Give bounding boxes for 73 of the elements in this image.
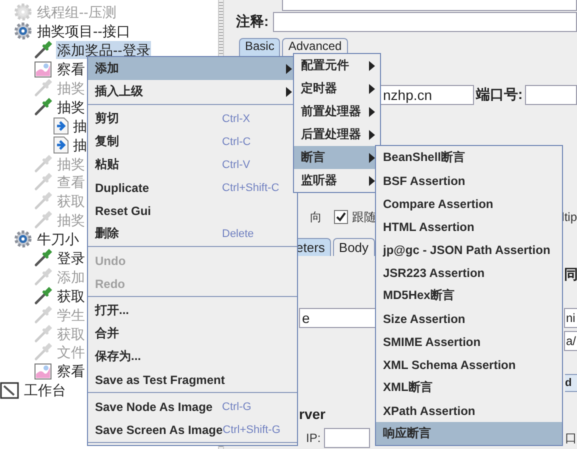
menu-item[interactable]: 剪切 Ctrl-X	[88, 107, 297, 130]
menu-item[interactable]: jp@gc - JSON Path Assertion	[376, 238, 562, 261]
menu-item[interactable]: HTML Assertion	[376, 215, 562, 238]
tree-item[interactable]: 登录	[56, 249, 86, 268]
pipette-icon	[33, 210, 53, 230]
column-header: 同	[564, 266, 577, 282]
add-button[interactable]: d	[565, 374, 577, 392]
menu-item[interactable]: Save Screen As ImageCtrl+Shift-G	[88, 418, 297, 441]
document-arrow-icon	[51, 116, 71, 136]
port-field[interactable]	[524, 85, 577, 105]
table-cell: ni	[564, 308, 577, 328]
field-label: 口	[565, 430, 577, 446]
field-label: 端口号:	[476, 86, 523, 104]
tree-item[interactable]: 工作台	[23, 381, 67, 400]
pipette-icon	[33, 286, 53, 306]
pipette-icon	[33, 78, 53, 98]
pipette-icon	[33, 266, 53, 287]
pipette-icon	[33, 342, 53, 362]
menu-item[interactable]: Save as Test Fragment	[88, 368, 297, 391]
menu-item[interactable]: XPath Assertion	[376, 399, 562, 422]
pipette-icon	[33, 40, 53, 60]
menu-item[interactable]: Save Node As Image Ctrl-G	[88, 395, 297, 418]
menu-item[interactable]: Duplicate Ctrl+Shift-C	[88, 176, 297, 199]
menu-item[interactable]: 前置处理器	[294, 100, 380, 123]
tree-item[interactable]: 抽	[72, 116, 88, 135]
tree-item[interactable]: 抽奖	[56, 98, 86, 116]
menu-item[interactable]: MD5Hex断言	[376, 284, 562, 307]
menu-item[interactable]: 定时器	[294, 77, 380, 100]
table-cell: a/	[564, 331, 577, 351]
option-label: 向	[310, 208, 322, 226]
ip-field[interactable]	[324, 428, 370, 448]
pipette-icon	[33, 172, 53, 192]
menu-item[interactable]: 粘贴 Ctrl-V	[88, 153, 297, 176]
menu-item[interactable]: 后置处理器	[294, 123, 380, 146]
menu-item[interactable]: SMIME Assertion	[376, 330, 562, 353]
menu-item[interactable]: Size Assertion	[376, 307, 562, 330]
server-field[interactable]: nzhp.cn	[380, 85, 474, 105]
checkbox-label: 跟随	[352, 208, 376, 226]
pipette-icon	[33, 96, 53, 117]
menu-item[interactable]: JSR223 Assertion	[376, 261, 562, 284]
pipette-icon	[33, 304, 53, 325]
gear-icon	[13, 229, 33, 250]
menu-item[interactable]: 响应断言	[376, 422, 562, 445]
menu-item[interactable]: XML Schema Assertion	[376, 353, 562, 376]
tree-item[interactable]: 察看	[56, 60, 86, 78]
field-label: IP:	[306, 431, 321, 445]
pipette-icon	[33, 154, 53, 174]
document-arrow-icon	[51, 134, 71, 155]
pipette-icon	[33, 248, 53, 268]
tree-item[interactable]: 察看	[56, 362, 86, 380]
pipette-icon	[33, 191, 53, 212]
menu-item[interactable]: Compare Assertion	[376, 192, 562, 215]
menu-item[interactable]: 复制 Ctrl-C	[88, 130, 297, 153]
menu-item[interactable]: XML断言	[376, 376, 562, 399]
gear-icon	[13, 21, 33, 42]
menu-item[interactable]: 合并	[88, 322, 297, 345]
pipette-icon	[33, 324, 53, 344]
tree-item[interactable]: 抽	[72, 136, 88, 154]
checkbox[interactable]	[334, 210, 348, 224]
menu-item[interactable]: 保存为...	[88, 345, 297, 368]
tab[interactable]: Body	[332, 238, 375, 256]
tree-item[interactable]: 获取	[56, 286, 86, 305]
tree-item[interactable]: 牛刀小	[36, 230, 80, 248]
menu-item[interactable]: Reset Gui	[88, 199, 297, 222]
comment-field[interactable]	[272, 12, 577, 32]
menu-item[interactable]: 打开...	[88, 299, 297, 322]
tab[interactable]: Basic	[239, 38, 280, 58]
tree-item[interactable]: 抽奖项目--接口	[36, 22, 132, 40]
group-title: rver	[299, 406, 326, 422]
chart-icon	[33, 59, 53, 80]
field-label: 注释:	[236, 13, 269, 31]
chart-icon	[33, 361, 53, 382]
menu-item[interactable]: 插入上级	[88, 80, 297, 103]
